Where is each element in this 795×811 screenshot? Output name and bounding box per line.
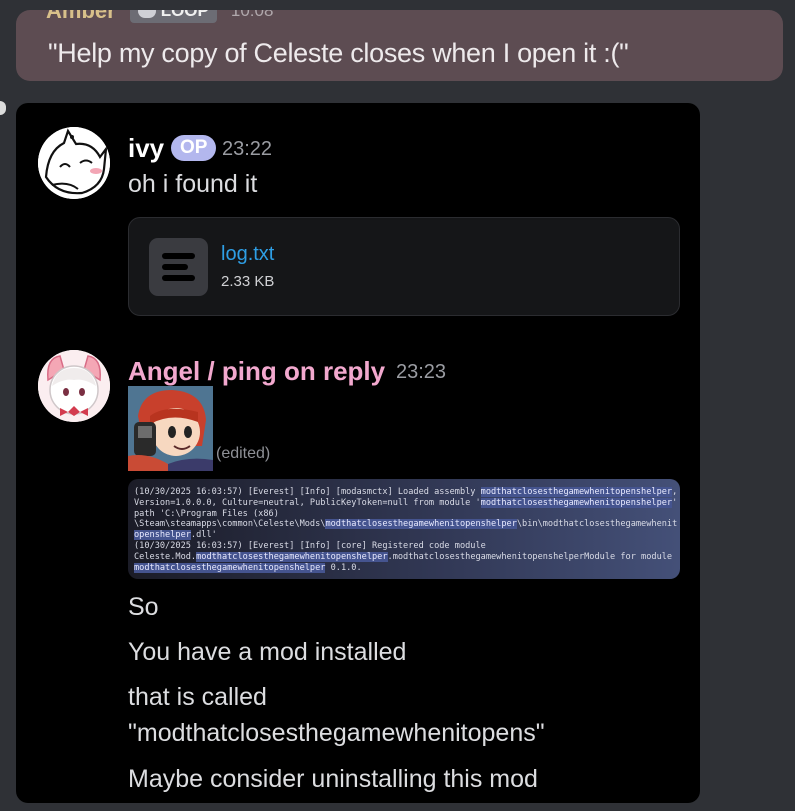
log-text-tail: .modthatclosesthegamewhenitopenshelperMo… xyxy=(387,551,673,562)
quoted-badge-label: LOOP xyxy=(160,10,209,20)
message-line-2: You have a mod installed xyxy=(128,638,407,666)
log-text: Celeste.Mod. xyxy=(134,551,197,562)
log-highlight: modthatclosesthegamewhenitopenshelper xyxy=(196,551,388,562)
log-line: (10/30/2025 16:03:57) [Everest] [Info] [… xyxy=(134,541,486,551)
message-line-5: Maybe consider uninstalling this mod xyxy=(128,765,538,793)
quoted-timestamp: 10:08 xyxy=(230,10,274,20)
op-badge: OP xyxy=(171,135,217,161)
timestamp-angel: 23:23 xyxy=(396,361,447,383)
avatar-ivy[interactable] xyxy=(38,127,110,199)
log-line: (10/30/2025 16:03:57) [Everest] [Info] [… xyxy=(134,487,677,497)
unread-indicator xyxy=(0,101,6,115)
quoted-message-header: Amber LOOP 10:08 xyxy=(46,10,273,23)
log-highlight: modthatclosesthegamewhenitopenshelper xyxy=(134,562,326,573)
quoted-message-text: "Help my copy of Celeste closes when I o… xyxy=(48,38,629,68)
log-text: path 'C:\Program Files (x86) xyxy=(134,508,279,519)
log-line: openshelper.dll' xyxy=(134,530,217,541)
log-screenshot-image[interactable]: (10/30/2025 16:03:57) [Everest] [Info] [… xyxy=(128,479,680,579)
log-text-tail: ' xyxy=(672,497,678,508)
log-highlight: openshelper xyxy=(134,530,191,541)
chat-panel: ivy OP 23:22 oh i found it log.txt 2.33 … xyxy=(16,103,700,803)
log-text: Version=1.0.0.0, Culture=neutral, Public… xyxy=(134,497,481,508)
log-text: \Steam\steamapps\common\Celeste\Mods\ xyxy=(134,519,326,530)
log-text: (10/30/2025 16:03:57) [Everest] [Info] [… xyxy=(134,487,481,497)
quoted-author-name[interactable]: Amber xyxy=(46,10,116,24)
speech-bubble-icon xyxy=(137,10,156,18)
message-line-3: that is called xyxy=(128,683,267,711)
log-text: (10/30/2025 16:03:57) [Everest] [Info] [… xyxy=(134,541,486,551)
file-size: 2.33 KB xyxy=(221,273,275,290)
log-text-tail: .dll' xyxy=(190,530,217,541)
log-highlight: modthatclosesthegamewhenitopenshelper xyxy=(480,497,673,508)
log-line: Version=1.0.0.0, Culture=neutral, Public… xyxy=(134,497,678,508)
quoted-message-banner: Amber LOOP 10:08 "Help my copy of Celest… xyxy=(16,10,783,81)
username-angel[interactable]: Angel / ping on reply xyxy=(128,356,385,387)
timestamp-ivy: 23:22 xyxy=(222,138,273,160)
phone-character-icon xyxy=(128,386,213,471)
edited-label: (edited) xyxy=(216,445,271,462)
message-text: oh i found it xyxy=(128,170,258,198)
log-text-tail: , xyxy=(672,487,678,497)
text-file-icon xyxy=(149,238,208,296)
message-line-4: "modthatclosesthegamewhenitopens" xyxy=(128,719,545,747)
log-line: modthatclosesthegamewhenitopenshelper 0.… xyxy=(134,562,362,573)
log-text-tail: \bin\modthatclosesthegamewhenit xyxy=(516,519,678,530)
file-name-link[interactable]: log.txt xyxy=(221,243,274,266)
username-ivy[interactable]: ivy xyxy=(128,133,164,164)
quoted-author-badge: LOOP xyxy=(129,10,217,23)
sticker-phone-character[interactable] xyxy=(128,386,213,471)
log-line: path 'C:\Program Files (x86) xyxy=(134,509,279,519)
avatar-angel[interactable] xyxy=(38,350,110,422)
file-attachment[interactable]: log.txt 2.33 KB xyxy=(128,217,680,316)
log-highlight: modthatclosesthegamewhenitopenshelper xyxy=(480,487,673,497)
log-line: \Steam\steamapps\common\Celeste\Mods\mod… xyxy=(134,519,678,530)
log-highlight: modthatclosesthegamewhenitopenshelper xyxy=(325,519,517,530)
message-line-1: So xyxy=(128,593,159,621)
avatar-cat-drawing-icon xyxy=(38,127,110,199)
log-line: Celeste.Mod.modthatclosesthegamewhenitop… xyxy=(134,551,673,562)
log-text-tail: 0.1.0. xyxy=(325,562,362,573)
avatar-anime-girl-icon xyxy=(38,350,110,422)
